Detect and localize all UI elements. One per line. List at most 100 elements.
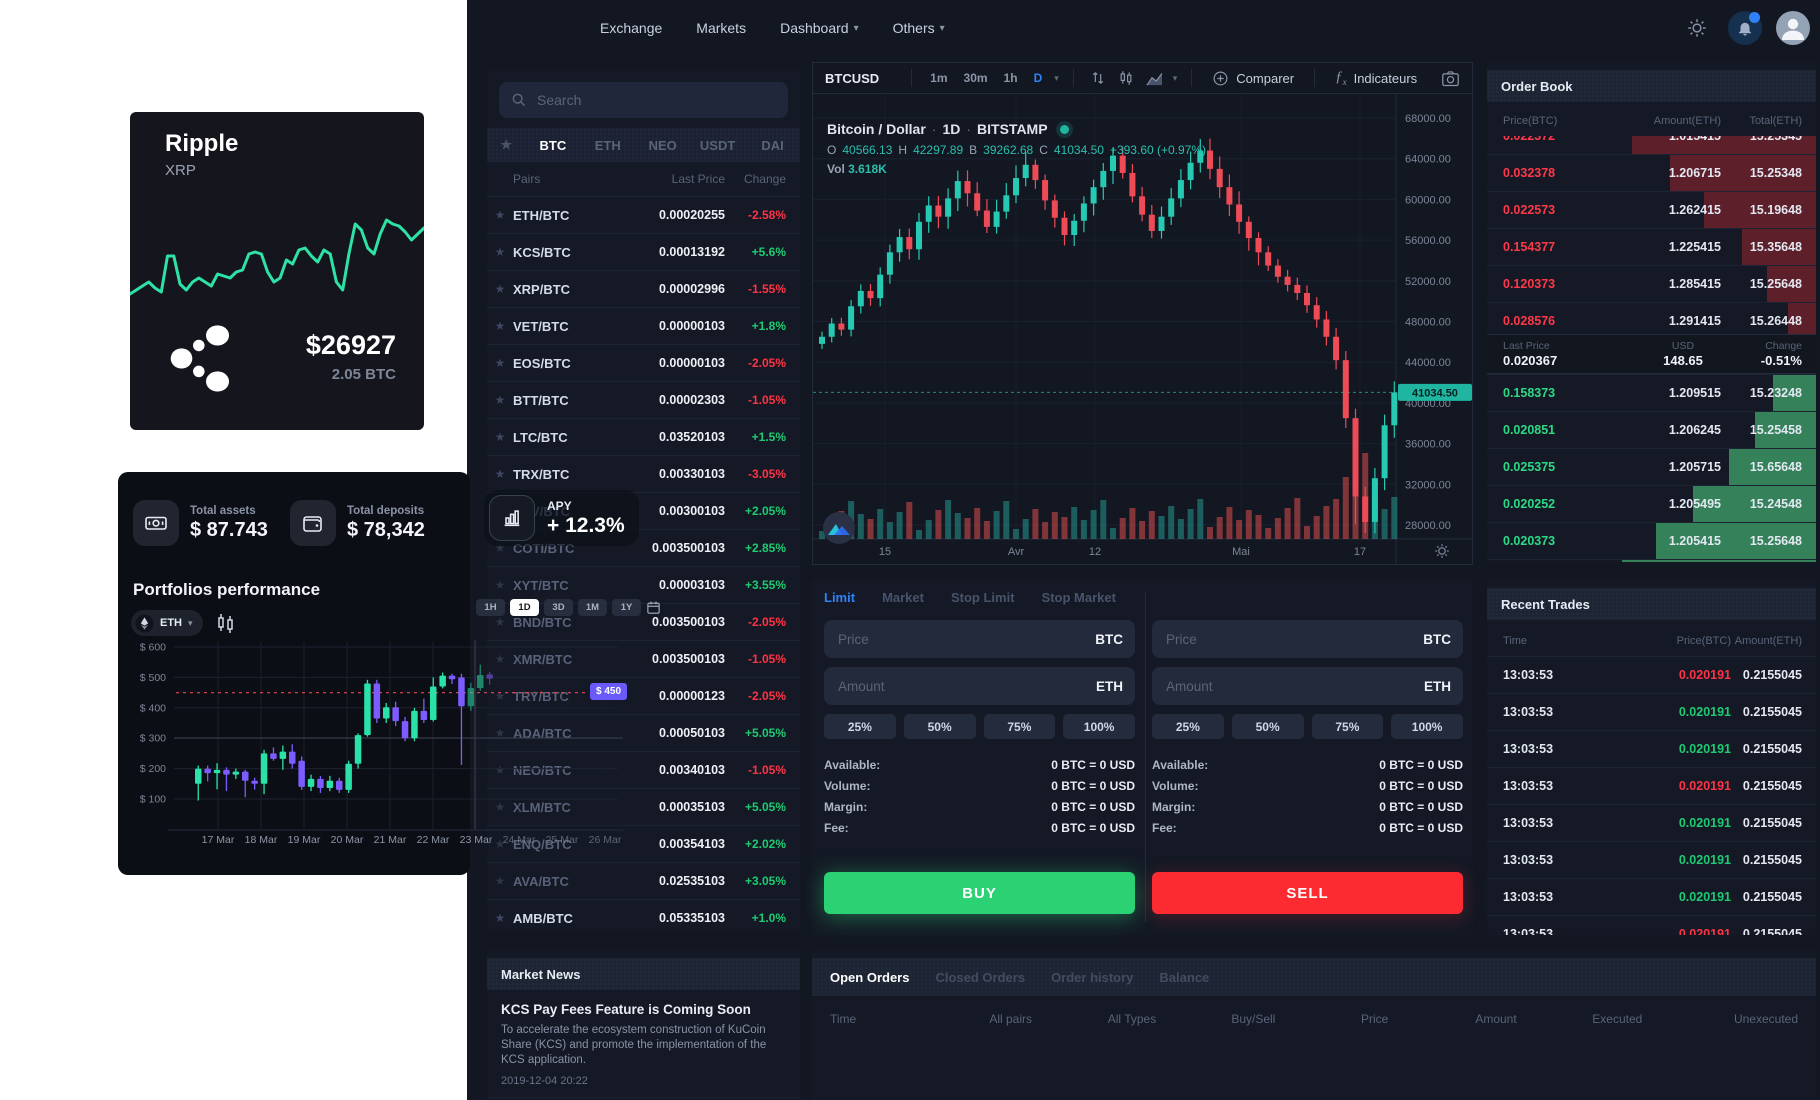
buy-percent-25[interactable]: 25% bbox=[824, 714, 896, 739]
sell-percent-25[interactable]: 25% bbox=[1152, 714, 1224, 739]
portfolio-timeframe-1y[interactable]: 1Y bbox=[612, 599, 641, 616]
star-icon[interactable]: ★ bbox=[487, 430, 513, 444]
nav-item-others[interactable]: Others▾ bbox=[893, 20, 945, 36]
order-type-tab-stop-limit[interactable]: Stop Limit bbox=[951, 590, 1015, 605]
buy-percent-75[interactable]: 75% bbox=[984, 714, 1056, 739]
pair-row[interactable]: ★ETH/BTC0.00020255-2.58% bbox=[487, 196, 800, 233]
chart-timeframe-1h[interactable]: 1h bbox=[996, 71, 1026, 85]
buy-percent-50[interactable]: 50% bbox=[904, 714, 976, 739]
ripple-asset-card[interactable]: Ripple XRP $26927 2.05 BTC bbox=[130, 112, 424, 430]
ask-row[interactable]: 0.0223721.01541515.25345 bbox=[1487, 136, 1816, 154]
news-item[interactable]: KCS Pay Fees Feature is Coming SoonTo ac… bbox=[487, 990, 800, 1097]
pair-row[interactable]: ★LTC/BTC0.03520103+1.5% bbox=[487, 418, 800, 455]
indicators-button[interactable]: ƒx Indicateurs bbox=[1325, 69, 1427, 87]
pairs-tab-eth[interactable]: ETH bbox=[580, 138, 635, 153]
bid-row[interactable]: 0.1583731.20951515.23248 bbox=[1487, 374, 1816, 411]
star-icon[interactable]: ★ bbox=[487, 578, 513, 592]
sell-price-input[interactable] bbox=[1164, 631, 1423, 648]
compare-arrows-icon[interactable] bbox=[1084, 70, 1112, 86]
pair-row[interactable]: ★XYT/BTC0.00003103+3.55% bbox=[487, 566, 800, 603]
chart-timeframe-1m[interactable]: 1m bbox=[922, 71, 955, 85]
pairs-tab-dai[interactable]: DAI bbox=[745, 138, 800, 153]
orders-tab-open-orders[interactable]: Open Orders bbox=[830, 970, 909, 985]
ask-row[interactable]: 0.0225731.26241515.19648 bbox=[1487, 191, 1816, 228]
trade-row[interactable]: 13:03:530.0201910.2155045 bbox=[1487, 915, 1816, 935]
trade-row[interactable]: 13:03:530.0201910.2155045 bbox=[1487, 693, 1816, 730]
pairs-tab-neo[interactable]: NEO bbox=[635, 138, 690, 153]
pairs-tab-btc[interactable]: BTC bbox=[525, 138, 580, 153]
order-type-tab-limit[interactable]: Limit bbox=[824, 590, 855, 605]
nav-item-dashboard[interactable]: Dashboard▾ bbox=[780, 20, 859, 36]
star-icon[interactable]: ★ bbox=[487, 393, 513, 407]
pair-row[interactable]: ★VET/BTC0.00000103+1.8% bbox=[487, 307, 800, 344]
trade-row[interactable]: 13:03:530.0201910.2155045 bbox=[1487, 841, 1816, 878]
bid-row[interactable]: 0.0253751.20571515.65648 bbox=[1487, 448, 1816, 485]
star-icon[interactable]: ★ bbox=[487, 615, 513, 629]
buy-amount-input[interactable] bbox=[836, 678, 1096, 695]
star-icon[interactable]: ★ bbox=[487, 208, 513, 222]
sell-percent-50[interactable]: 50% bbox=[1232, 714, 1304, 739]
pair-row[interactable]: ★KCS/BTC0.00013192+5.6% bbox=[487, 233, 800, 270]
orders-tab-closed-orders[interactable]: Closed Orders bbox=[935, 970, 1025, 985]
chart-timeframe-d[interactable]: D bbox=[1026, 71, 1051, 85]
star-icon[interactable]: ★ bbox=[487, 245, 513, 259]
star-icon[interactable]: ★ bbox=[487, 319, 513, 333]
ask-row[interactable]: 0.0323781.20671515.25348 bbox=[1487, 154, 1816, 191]
search-input[interactable] bbox=[535, 91, 739, 109]
order-type-tab-stop-market[interactable]: Stop Market bbox=[1042, 590, 1116, 605]
candlestick-chart[interactable]: 68000.0064000.0060000.0056000.0052000.00… bbox=[813, 93, 1472, 564]
trade-row[interactable]: 13:03:530.0201910.2155045 bbox=[1487, 767, 1816, 804]
pair-row[interactable]: ★XRP/BTC0.00002996-1.55% bbox=[487, 270, 800, 307]
chart-timeframe-30m[interactable]: 30m bbox=[956, 71, 996, 85]
chevron-down-icon[interactable]: ▾ bbox=[1169, 73, 1182, 84]
theme-toggle-sun-icon[interactable] bbox=[1680, 17, 1714, 39]
ask-row[interactable]: 0.0285761.29141515.26448 bbox=[1487, 302, 1816, 334]
pair-row[interactable]: ★BTT/BTC0.00002303-1.05% bbox=[487, 381, 800, 418]
favorites-star-tab[interactable]: ★ bbox=[487, 137, 525, 153]
pair-row[interactable]: ★AMB/BTC0.05335103+1.0% bbox=[487, 899, 800, 936]
trade-row[interactable]: 13:03:530.0201910.2155045 bbox=[1487, 878, 1816, 915]
notifications-bell-icon[interactable] bbox=[1728, 11, 1762, 45]
candlestick-style-icon[interactable] bbox=[1112, 70, 1140, 86]
star-icon[interactable]: ★ bbox=[487, 911, 513, 925]
buy-button[interactable]: BUY bbox=[824, 872, 1135, 914]
trade-row[interactable]: 13:03:530.0201910.2155045 bbox=[1487, 804, 1816, 841]
sell-amount-input[interactable] bbox=[1164, 678, 1424, 695]
nav-item-exchange[interactable]: Exchange bbox=[600, 20, 662, 36]
ask-row[interactable]: 0.1203731.28541515.25648 bbox=[1487, 265, 1816, 302]
chevron-down-icon[interactable]: ▾ bbox=[1050, 73, 1063, 84]
sell-button[interactable]: SELL bbox=[1152, 872, 1463, 914]
portfolio-candlestick-chart[interactable]: $ 600$ 500$ 400$ 300$ 200$ 10017 Mar18 M… bbox=[118, 632, 628, 882]
calendar-icon[interactable] bbox=[646, 600, 661, 615]
pair-row[interactable]: ★TRX/BTC0.00330103-3.05% bbox=[487, 455, 800, 492]
nav-item-markets[interactable]: Markets bbox=[696, 20, 746, 36]
trade-row[interactable]: 13:03:530.0201910.2155045 bbox=[1487, 730, 1816, 767]
pair-row[interactable]: ★EOS/BTC0.00000103-2.05% bbox=[487, 344, 800, 381]
bid-row[interactable]: 0.0208511.20624515.25458 bbox=[1487, 411, 1816, 448]
star-icon[interactable]: ★ bbox=[487, 282, 513, 296]
orders-tab-balance[interactable]: Balance bbox=[1159, 970, 1209, 985]
portfolio-timeframe-3d[interactable]: 3D bbox=[544, 599, 573, 616]
star-icon[interactable]: ★ bbox=[487, 356, 513, 370]
buy-percent-100[interactable]: 100% bbox=[1063, 714, 1135, 739]
sell-percent-75[interactable]: 75% bbox=[1312, 714, 1384, 739]
ask-row[interactable]: 0.1543771.22541515.35648 bbox=[1487, 228, 1816, 265]
trade-row[interactable]: 13:03:530.0201910.2155045 bbox=[1487, 656, 1816, 693]
candle-chart-toggle-icon[interactable] bbox=[216, 612, 236, 634]
bid-row[interactable]: 0.0203731.20541515.25648 bbox=[1487, 559, 1816, 562]
compare-button[interactable]: Comparer bbox=[1202, 70, 1304, 87]
area-style-icon[interactable] bbox=[1140, 71, 1169, 86]
order-type-tab-market[interactable]: Market bbox=[882, 590, 924, 605]
snapshot-camera-icon[interactable] bbox=[1441, 70, 1472, 87]
star-icon[interactable]: ★ bbox=[487, 467, 513, 481]
portfolio-timeframe-1d[interactable]: 1D bbox=[510, 599, 539, 616]
pairs-tab-usdt[interactable]: USDT bbox=[690, 138, 745, 153]
orders-tab-order-history[interactable]: Order history bbox=[1051, 970, 1133, 985]
bid-row[interactable]: 0.0202521.20549515.24548 bbox=[1487, 485, 1816, 522]
bid-row[interactable]: 0.0203731.20541515.25648 bbox=[1487, 522, 1816, 559]
avatar[interactable] bbox=[1776, 11, 1810, 45]
portfolio-timeframe-1m[interactable]: 1M bbox=[578, 599, 607, 616]
sell-percent-100[interactable]: 100% bbox=[1391, 714, 1463, 739]
buy-price-input[interactable] bbox=[836, 631, 1095, 648]
portfolio-timeframe-1h[interactable]: 1H bbox=[476, 599, 505, 616]
